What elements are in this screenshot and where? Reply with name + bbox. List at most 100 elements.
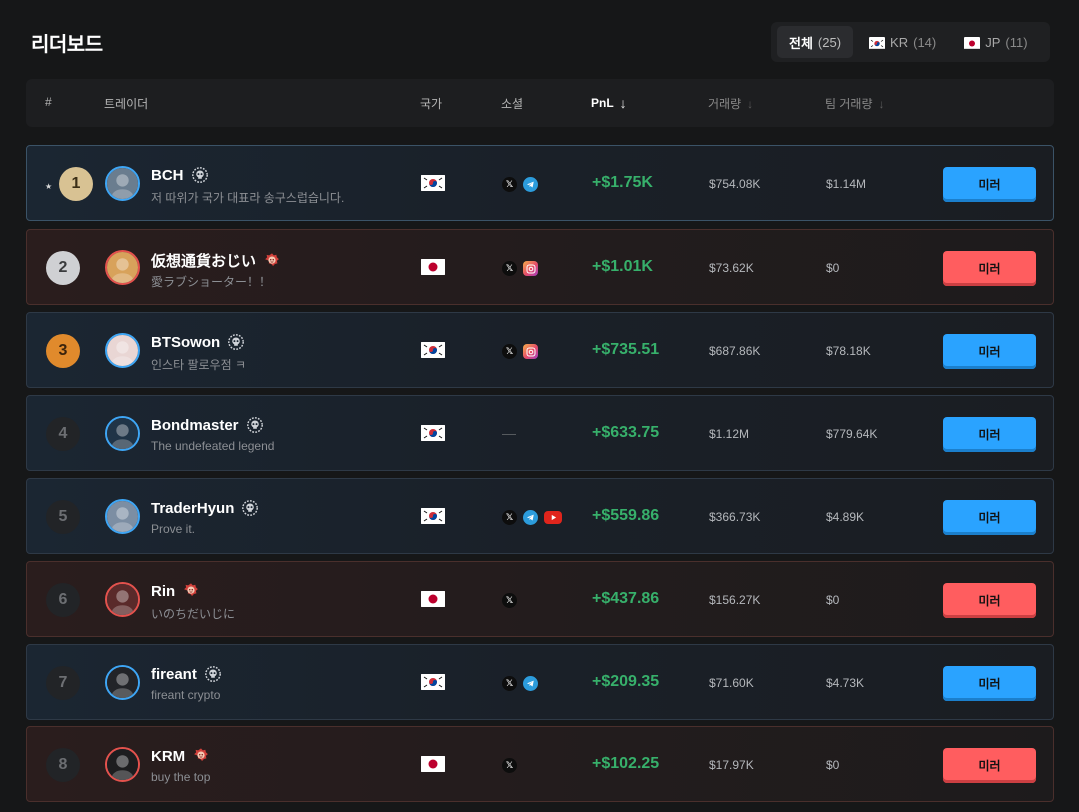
column-team-volume-sort[interactable]: 팀 거래량 ↓ <box>825 95 885 112</box>
trader-name[interactable]: Rin <box>151 583 175 600</box>
avatar[interactable] <box>105 582 140 617</box>
trader-bio: 인스타 팔로우점 ㅋ <box>151 358 246 372</box>
team-volume-value: $4.89K <box>826 510 865 524</box>
column-team-volume-label: 팀 거래량 <box>825 97 873 111</box>
mirror-button[interactable]: 미러 <box>943 167 1036 202</box>
filter-tab-label: KR <box>890 34 909 50</box>
leaderboard-row[interactable]: 7 fireant fireant crypto 𝕏 +$209.35 $71.60K… <box>26 644 1054 720</box>
leaderboard-row[interactable]: 6 Rin いのちだいじに 𝕏 +$437.86 $156.27K $0 미러 <box>26 561 1054 637</box>
trader-name-line: 仮想通貨おじい <box>151 250 281 271</box>
trader-name-line: BCH <box>151 166 209 184</box>
x-icon[interactable]: 𝕏 <box>502 758 517 773</box>
trader-name[interactable]: Bondmaster <box>151 417 239 434</box>
arrow-down-icon: ↓ <box>878 96 885 111</box>
telegram-icon[interactable] <box>523 510 538 525</box>
volume-value: $1.12M <box>709 427 750 441</box>
x-icon[interactable]: 𝕏 <box>502 177 517 192</box>
kr-flag-icon <box>421 673 445 691</box>
instagram-icon[interactable] <box>523 261 538 276</box>
social-links: 𝕏 <box>502 177 538 192</box>
volume-value: $73.62K <box>709 261 754 275</box>
filter-tab-all[interactable]: 전체 (25) <box>777 26 854 58</box>
instagram-icon[interactable] <box>523 344 538 359</box>
jp-flag-icon <box>421 590 445 608</box>
column-social: 소셜 <box>501 97 524 111</box>
x-icon[interactable]: 𝕏 <box>502 510 517 525</box>
mirror-button[interactable]: 미러 <box>943 500 1036 535</box>
team-volume-value: $0 <box>826 593 840 607</box>
jp-flag-icon <box>964 36 981 49</box>
mirror-button[interactable]: 미러 <box>943 666 1036 701</box>
trader-name[interactable]: BTSowon <box>151 334 220 351</box>
trader-name[interactable]: 仮想通貨おじい <box>151 250 256 271</box>
filter-tab-label: 전체 <box>789 35 813 51</box>
social-links: 𝕏 <box>502 676 538 691</box>
kr-flag-icon <box>421 507 445 525</box>
avatar[interactable] <box>105 166 140 201</box>
trader-name[interactable]: BCH <box>151 167 184 184</box>
trader-name-line: KRM <box>151 747 210 765</box>
mirror-button[interactable]: 미러 <box>943 748 1036 783</box>
youtube-icon[interactable] <box>544 511 562 524</box>
leaderboard-row[interactable]: 5 TraderHyun Prove it. 𝕏 +$559.86 $366.73K $… <box>26 478 1054 554</box>
filter-tab-label: JP <box>985 34 1001 50</box>
telegram-icon[interactable] <box>523 676 538 691</box>
volume-value: $754.08K <box>709 177 761 191</box>
avatar[interactable] <box>105 333 140 368</box>
column-volume-sort[interactable]: 거래량 ↓ <box>708 95 753 112</box>
filter-tab-kr[interactable]: KR (14) <box>857 26 948 58</box>
mirror-button[interactable]: 미러 <box>943 417 1036 452</box>
rank-badge: 6 <box>46 583 80 617</box>
avatar[interactable] <box>105 747 140 782</box>
page-title: 리더보드 <box>31 34 103 56</box>
jp-flag-icon <box>421 755 445 773</box>
volume-value: $156.27K <box>709 593 761 607</box>
column-pnl-sort[interactable]: PnL ↓ <box>591 95 627 111</box>
mirror-button[interactable]: 미러 <box>943 251 1036 286</box>
trader-name[interactable]: TraderHyun <box>151 500 234 517</box>
filter-tab-jp[interactable]: JP (11) <box>952 26 1039 58</box>
leaderboard-row[interactable]: ★ 1 BCH 저 따위가 국가 대표라 송구스럽습니다. 𝕏 +$1.75K $754… <box>26 145 1054 221</box>
team-volume-value: $0 <box>826 261 840 275</box>
rank-badge: 3 <box>46 334 80 368</box>
trader-name[interactable]: KRM <box>151 748 185 765</box>
x-icon[interactable]: 𝕏 <box>502 261 517 276</box>
red-mask-badge-icon <box>182 582 200 600</box>
x-icon[interactable]: 𝕏 <box>502 593 517 608</box>
trader-name[interactable]: fireant <box>151 666 197 683</box>
x-icon[interactable]: 𝕏 <box>502 344 517 359</box>
leaderboard-row[interactable]: 8 KRM buy the top 𝕏 +$102.25 $17.97K $0 미러 <box>26 726 1054 802</box>
trader-name-line: Bondmaster <box>151 416 264 434</box>
column-rank: # <box>45 95 52 109</box>
rank-badge: 1 <box>59 167 93 201</box>
filter-tab-count: (14) <box>913 34 937 50</box>
telegram-icon[interactable] <box>523 177 538 192</box>
leaderboard-row[interactable]: 3 BTSowon 인스타 팔로우점 ㅋ 𝕏 +$735.51 $687.86K $78… <box>26 312 1054 388</box>
volume-value: $17.97K <box>709 758 754 772</box>
jp-flag-icon <box>421 258 445 276</box>
avatar[interactable] <box>105 416 140 451</box>
volume-value: $366.73K <box>709 510 761 524</box>
mirror-button[interactable]: 미러 <box>943 334 1036 369</box>
column-pnl-label: PnL <box>591 96 614 110</box>
leaderboard-row[interactable]: 4 Bondmaster The undefeated legend — +$633… <box>26 395 1054 471</box>
team-volume-value: $0 <box>826 758 840 772</box>
kr-flag-icon <box>421 341 445 359</box>
avatar[interactable] <box>105 665 140 700</box>
mirror-button[interactable]: 미러 <box>943 583 1036 618</box>
avatar[interactable] <box>105 499 140 534</box>
rank-badge: 8 <box>46 748 80 782</box>
pnl-value: +$209.35 <box>592 673 660 690</box>
leaderboard-row[interactable]: 2 仮想通貨おじい 愛ラブショーター！！ 𝕏 +$1.01K $73.62K $0 미러 <box>26 229 1054 305</box>
filter-tab-count: (25) <box>817 34 842 50</box>
pnl-value: +$1.01K <box>592 258 653 275</box>
no-social: — <box>502 425 516 441</box>
social-links: 𝕏 <box>502 261 538 276</box>
avatar[interactable] <box>105 250 140 285</box>
column-volume-label: 거래량 <box>708 97 742 111</box>
red-mask-badge-icon <box>263 252 281 270</box>
x-icon[interactable]: 𝕏 <box>502 676 517 691</box>
country-filter-tabs: 전체 (25) KR (14) JP (11) <box>771 22 1050 62</box>
arrow-down-icon: ↓ <box>747 96 754 111</box>
volume-value: $71.60K <box>709 676 754 690</box>
